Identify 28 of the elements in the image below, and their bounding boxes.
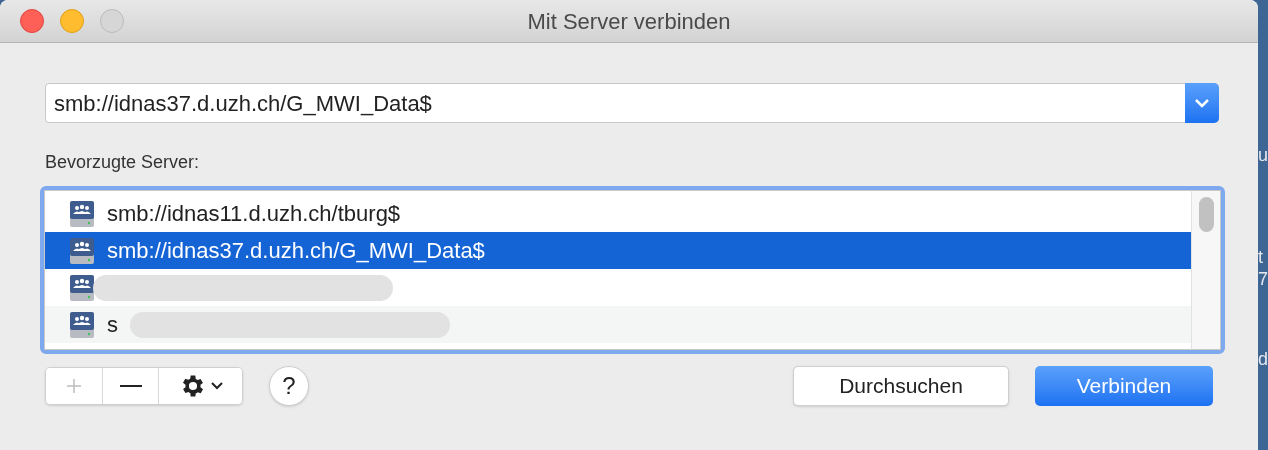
actions-button[interactable] xyxy=(158,368,242,404)
chevron-down-icon xyxy=(210,382,223,390)
desktop-text: u xyxy=(1258,146,1268,164)
desktop-text: t xyxy=(1258,248,1264,266)
network-drive-icon xyxy=(69,273,95,302)
remove-button[interactable] xyxy=(102,368,158,404)
server-address: smb://idnas11.d.uzh.ch/tburg$ xyxy=(107,200,401,228)
favorites-label: Bevorzugte Server: xyxy=(45,151,201,174)
close-button[interactable] xyxy=(20,9,44,33)
dropdown-button[interactable] xyxy=(1185,83,1219,123)
minimize-button[interactable] xyxy=(60,9,84,33)
help-button[interactable]: ? xyxy=(269,366,309,406)
network-drive-icon xyxy=(69,236,95,265)
scrollbar-thumb[interactable] xyxy=(1198,197,1214,232)
zoom-button[interactable] xyxy=(100,9,124,33)
plus-icon xyxy=(66,378,82,394)
minus-icon xyxy=(119,384,142,388)
server-address: smb://idnas37.d.uzh.ch/G_MWI_Data$ xyxy=(107,237,485,265)
desktop-text: d xyxy=(1258,350,1268,368)
network-drive-icon xyxy=(69,310,95,339)
server-row[interactable]: smb://idnas37.d.uzh.ch/G_MWI_Data$ xyxy=(45,232,1191,269)
window-title: Mit Server verbinden xyxy=(527,7,731,36)
chevron-down-icon xyxy=(1194,98,1210,108)
server-address: s xyxy=(107,311,118,339)
network-drive-icon xyxy=(69,199,95,228)
browse-button[interactable]: Durchsuchen xyxy=(793,366,1009,406)
desktop-text: 7 xyxy=(1258,270,1268,288)
server-row[interactable]: s xyxy=(45,306,1191,343)
